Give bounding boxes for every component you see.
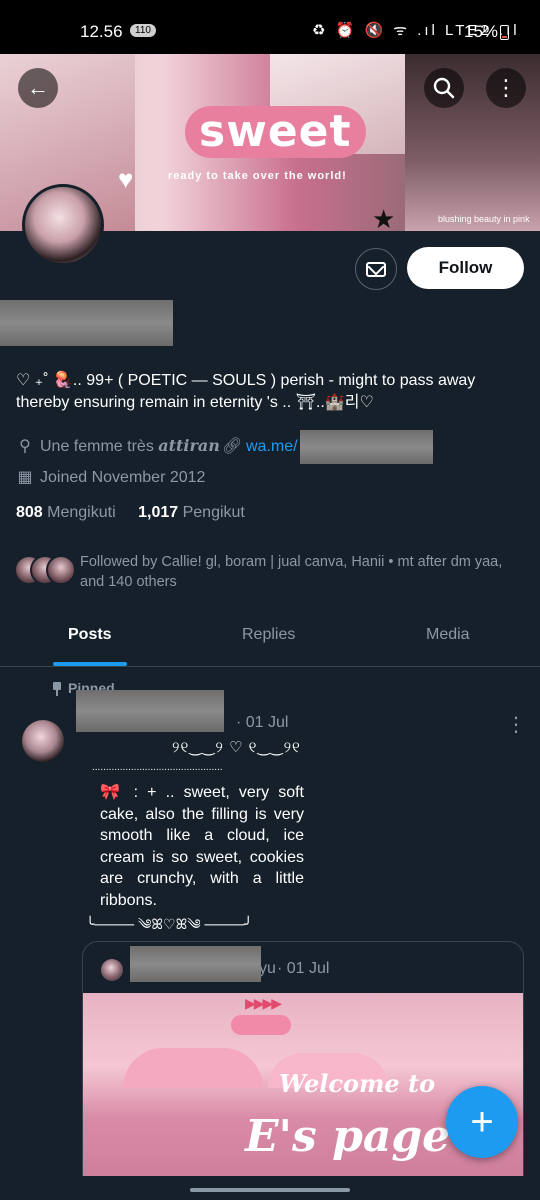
post-author-avatar[interactable] xyxy=(22,720,64,762)
umbrella-decoration xyxy=(123,1048,263,1088)
quoted-image-text-welcome: Welcome to xyxy=(279,1069,436,1098)
followed-by-text: Followed by Callie! gl, boram | jual can… xyxy=(80,554,503,590)
active-tab-indicator xyxy=(53,662,127,666)
mail-icon xyxy=(366,261,386,277)
calendar-icon: ▦ xyxy=(17,469,33,486)
more-options-button[interactable]: ⋮ xyxy=(486,68,526,108)
quoted-author-redacted xyxy=(130,946,261,982)
profile-location: ⚲ Une femme très attiran xyxy=(16,436,220,456)
tab-media[interactable]: Media xyxy=(426,626,470,644)
profile-link[interactable]: 🔗︎ wa.me/ xyxy=(222,436,298,456)
more-vertical-icon: ⋮ xyxy=(495,75,517,100)
profile-joined: ▦ Joined November 2012 xyxy=(17,469,206,486)
link-icon: 🔗︎ xyxy=(222,438,243,455)
following-link[interactable]: 808 Mengikuti xyxy=(16,504,116,521)
display-name-redacted xyxy=(0,300,173,346)
arrow-left-icon: ← xyxy=(27,75,49,100)
followers-link[interactable]: 1,017 Pengikut xyxy=(138,504,245,521)
plus-icon: + xyxy=(470,1099,494,1144)
search-button[interactable] xyxy=(424,68,464,108)
status-time: 12.56 xyxy=(80,22,123,41)
profile-tabs: Posts Replies Media xyxy=(0,612,540,667)
post-decoration-top: ୨୧‿‿୨ ♡ ୧‿‿୨୧ xyxy=(172,739,301,756)
tab-replies[interactable]: Replies xyxy=(242,626,295,644)
quoted-date: · 01 Jul xyxy=(277,960,330,977)
post-body: 🎀 : + .. sweet, very soft cake, also the… xyxy=(100,784,304,909)
quoted-image-text-page: E's page xyxy=(245,1111,451,1162)
message-button[interactable] xyxy=(355,248,397,290)
battery-icon xyxy=(500,25,509,40)
follow-counts: 808 Mengikuti 1,017 Pengikut xyxy=(16,504,245,522)
heart-icon: ♥ xyxy=(118,164,134,194)
quoted-handle-tail: yu xyxy=(259,960,276,977)
pin-icon xyxy=(50,682,64,696)
cloud-decoration xyxy=(231,1015,291,1035)
status-badge: 110 xyxy=(130,24,156,37)
follow-button[interactable]: Follow xyxy=(407,247,524,289)
profile-bio: ♡ ₊˚ 🪼.. 99+ ( POETIC — SOULS ) perish -… xyxy=(16,372,476,411)
quoted-post[interactable]: yu · 01 Jul ▶▶▶▶ Welcome to E's page xyxy=(82,941,524,1200)
tab-posts[interactable]: Posts xyxy=(68,626,112,644)
home-indicator[interactable] xyxy=(190,1188,350,1192)
arrows-decoration: ▶▶▶▶ xyxy=(245,995,282,1011)
search-icon xyxy=(433,77,455,99)
post-decoration-line: ........................................… xyxy=(92,762,223,773)
post-author-redacted xyxy=(76,690,224,732)
link-redacted xyxy=(300,430,433,464)
back-button[interactable]: ← xyxy=(18,68,58,108)
quoted-author-avatar xyxy=(101,959,123,981)
banner-title: sweet xyxy=(185,106,366,158)
post-more-icon[interactable]: ⋮ xyxy=(506,712,526,737)
follower-avatar xyxy=(46,555,76,585)
banner-caption: blushing beauty in pink xyxy=(438,214,530,224)
banner-subtitle: ready to take over the world! xyxy=(168,170,347,182)
post-date[interactable]: · 01 Jul xyxy=(236,714,288,732)
star-icon: ★ xyxy=(372,204,396,231)
compose-button[interactable]: + xyxy=(446,1086,518,1158)
battery-percent: 15% xyxy=(464,22,499,41)
location-pin-icon: ⚲ xyxy=(19,438,31,455)
profile-avatar[interactable] xyxy=(22,184,104,266)
status-bar: 12.56 110 ♻ ⏰ 🔇 ᯤ .ıl LTE2 .ıl 15% xyxy=(0,0,540,54)
